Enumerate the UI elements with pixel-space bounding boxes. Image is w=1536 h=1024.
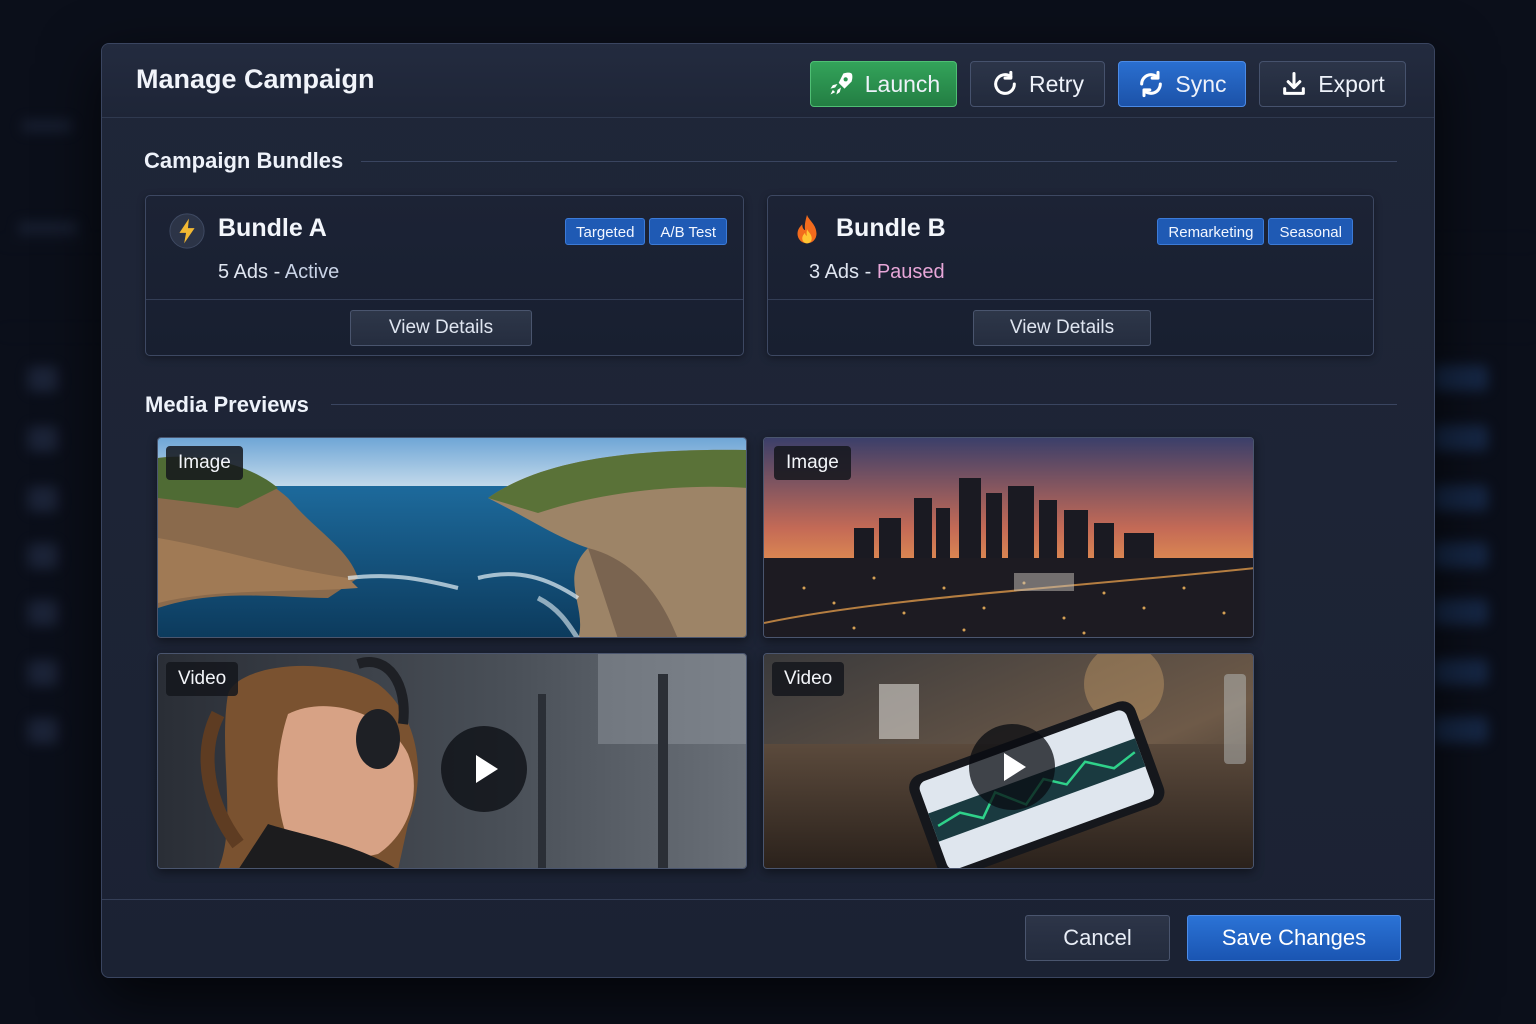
card-divider [768,299,1373,300]
export-button[interactable]: Export [1259,61,1406,107]
play-icon [1004,753,1026,781]
media-type-badge: Image [774,446,851,480]
ads-count: 5 Ads [218,261,269,283]
bundle-meta: 5 Ads - Active [218,261,339,284]
cancel-button[interactable]: Cancel [1025,915,1170,961]
lightning-icon [169,213,205,249]
modal-header: Manage Campaign Launch Retry Sync Export [102,44,1434,118]
tag-list: Targeted A/B Test [565,218,727,245]
campaign-bundles-heading: Campaign Bundles [144,148,344,173]
bg-chip [28,366,58,392]
bundle-name: Bundle A [218,214,327,242]
tag: Targeted [565,218,646,245]
bundle-card-a: Bundle A 5 Ads - Active Targeted A/B Tes… [145,195,744,356]
sync-button[interactable]: Sync [1118,61,1246,107]
media-type-badge: Video [772,662,845,696]
ads-count: 3 Ads [809,261,860,283]
bg-chip [28,543,58,569]
export-label: Export [1318,70,1385,97]
launch-button[interactable]: Launch [810,61,957,107]
retry-icon [994,70,1016,95]
download-icon [1283,71,1306,95]
modal-title: Manage Campaign [136,64,375,94]
bg-toggle [1432,365,1488,391]
play-button[interactable] [441,726,527,812]
play-icon [476,755,498,783]
meta-separator: - [864,261,872,283]
coast-image [158,438,746,637]
view-details-button[interactable]: View Details [973,310,1151,346]
rocket-icon [830,72,853,95]
save-changes-button[interactable]: Save Changes [1187,915,1401,961]
media-type-badge: Video [166,662,239,696]
bg-chip [28,600,58,626]
bg-toggle [1432,659,1488,685]
bg-toggle [1432,542,1488,568]
status-text: Paused [876,261,945,283]
bundle-name: Bundle B [836,214,946,242]
tag: Seasonal [1268,218,1353,245]
card-divider [146,299,743,300]
bg-toggle [1432,599,1488,625]
retry-label: Retry [1029,70,1084,97]
bg-chip [28,718,58,744]
media-previews-heading: Media Previews [145,392,309,417]
sync-icon [1140,70,1163,98]
tag-list: Remarketing Seasonal [1157,218,1353,245]
media-preview-video-phone[interactable]: Video [763,653,1254,869]
bundle-card-b: Bundle B 3 Ads - Paused Remarketing Seas… [767,195,1374,356]
bg-toggle [1432,485,1488,511]
bg-toggle [1432,717,1488,743]
section-divider [331,404,1397,405]
retry-button[interactable]: Retry [970,61,1105,107]
footer-divider [102,899,1434,900]
sync-label: Sync [1175,70,1227,97]
media-preview-video-fitness[interactable]: Video [157,653,747,869]
media-preview-image-city[interactable]: Image [763,437,1254,638]
manage-campaign-modal: Manage Campaign Launch Retry Sync Export… [101,43,1435,978]
meta-separator: - [273,261,281,283]
bg-text [22,120,72,132]
bg-toggle [1432,425,1488,451]
bg-text [18,222,78,234]
bg-chip [28,660,58,686]
view-details-button[interactable]: View Details [350,310,532,346]
media-type-badge: Image [166,446,243,480]
section-divider [361,161,1397,162]
fire-icon [797,214,817,244]
status-text: Active [284,261,340,283]
tag: Remarketing [1157,218,1265,245]
bundle-meta: 3 Ads - Paused [809,261,945,284]
play-button[interactable] [969,724,1055,810]
bg-chip [28,486,58,512]
launch-label: Launch [864,70,941,97]
tag: A/B Test [649,218,727,245]
media-preview-image-coast[interactable]: Image [157,437,747,638]
bg-chip [28,426,58,452]
